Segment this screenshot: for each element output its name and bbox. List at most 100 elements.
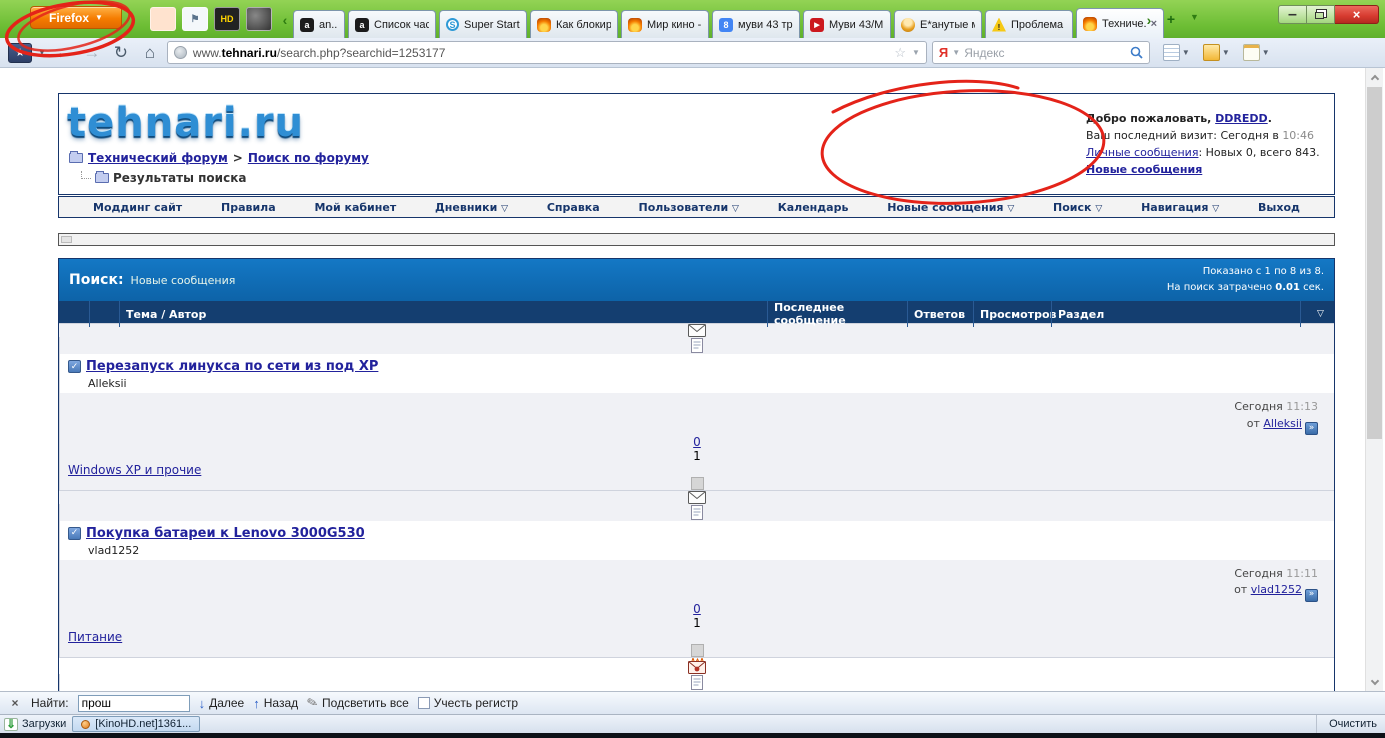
topic-cell: ✓ Покупка батареи к Lenovo 3000G530 vlad12…	[59, 520, 1334, 560]
url-input[interactable]: www.tehnari.ru/search.php?searchid=12531…	[166, 41, 927, 64]
firefox-menu-button[interactable]: Firefox ▼	[30, 6, 122, 29]
match-case-option[interactable]: Учесть регистр	[417, 696, 518, 710]
section-link[interactable]: Питание	[68, 630, 122, 644]
tab-2[interactable]: a Список час...	[348, 10, 436, 38]
highlight-all-button[interactable]: ✎ Подсветить все	[305, 694, 409, 711]
url-dropdown-icon[interactable]: ▼	[912, 48, 920, 57]
menu-item-1[interactable]: Моддинг сайт	[93, 201, 182, 214]
last-post-cell: Сегодня 11:13 от Alleksii»	[59, 393, 1334, 435]
menu-item-5[interactable]: Справка	[547, 201, 600, 214]
fire-icon	[628, 17, 642, 32]
findbar-close-icon[interactable]: ×	[8, 696, 22, 710]
find-next-button[interactable]: ↓ Далее	[199, 696, 245, 711]
list-all-tabs-icon[interactable]: ▼	[1190, 12, 1199, 22]
goto-last-post-icon[interactable]: »	[1305, 588, 1318, 602]
tab-scroll-left-icon[interactable]: ‹	[278, 12, 292, 28]
replies-link[interactable]: 0	[693, 602, 701, 616]
tab-1[interactable]: a an...	[293, 10, 345, 38]
scrollbar-thumb[interactable]	[1367, 87, 1382, 439]
breadcrumb-result: Результаты поиска	[81, 171, 246, 185]
tab-label: Е*анутые м...	[920, 18, 975, 31]
hd-icon[interactable]: HD	[214, 7, 240, 31]
thread-type-cell	[59, 503, 1334, 521]
favicon-a-icon: a	[355, 17, 369, 32]
page-viewport: tehnari.ru Технический форум > Поиск по …	[0, 68, 1385, 691]
restore-button[interactable]	[1307, 5, 1335, 24]
page-tool[interactable]: ▼	[1162, 44, 1190, 61]
tab-6[interactable]: 8 муви 43 тре...	[712, 10, 800, 38]
forward-icon[interactable]: →	[80, 43, 104, 63]
breadcrumb-page-link[interactable]: Поиск по форуму	[248, 151, 369, 165]
tab-4[interactable]: Как блокир...	[530, 10, 618, 38]
bookmarks-button[interactable]: ★	[8, 42, 32, 63]
addon-orange-icon[interactable]	[150, 7, 176, 31]
find-prev-button[interactable]: ↑ Назад	[253, 696, 298, 711]
site-logo[interactable]: tehnari.ru	[67, 100, 304, 146]
media-tool[interactable]: ▼	[1202, 44, 1230, 61]
section-link[interactable]: Windows XP и прочие	[68, 463, 201, 477]
menu-item-7[interactable]: Календарь	[778, 201, 849, 214]
thread-row: ✓ Покупка батареи к Lenovo 3000G530 vlad12…	[59, 489, 1334, 657]
menu-item-11[interactable]: Выход	[1258, 201, 1300, 214]
vertical-scrollbar[interactable]	[1365, 68, 1383, 691]
back-icon[interactable]: ←	[51, 43, 75, 63]
clipboard-tool[interactable]: ▼	[1242, 44, 1270, 61]
home-icon[interactable]: ⌂	[138, 43, 162, 63]
last-post-time: 11:11	[1286, 566, 1318, 580]
chevron-down-icon: ▼	[1261, 48, 1270, 57]
username-link[interactable]: DDREDD	[1215, 112, 1268, 125]
photo-icon	[1202, 44, 1220, 61]
menu-item-2[interactable]: Правила	[221, 201, 276, 214]
bookmark-star-icon[interactable]: ☆	[894, 45, 906, 61]
match-case-checkbox[interactable]	[417, 697, 430, 709]
goto-unread-icon[interactable]: ✓	[68, 360, 81, 373]
scroll-up-icon[interactable]	[1366, 69, 1383, 85]
minimize-button[interactable]: –	[1278, 5, 1307, 24]
last-post-date: Сегодня	[1234, 566, 1283, 580]
search-input[interactable]: Я ▼ Яндекс	[931, 41, 1150, 64]
tab-scroll-right-icon[interactable]: ›	[1142, 12, 1156, 28]
dropdown-icon: ▽	[1095, 203, 1103, 214]
reload-icon[interactable]: ↻	[109, 43, 133, 63]
tab-3[interactable]: S Super Start	[439, 10, 527, 38]
thread-title-link[interactable]: Перезапуск линукса по сети из под XP	[86, 359, 378, 374]
chevron-down-icon: ▼	[1221, 48, 1230, 57]
menu-item-3[interactable]: Мой кабинет	[314, 201, 396, 214]
menu-item-9[interactable]: Поиск ▽	[1053, 201, 1102, 214]
chevron-down-icon: ▼	[95, 13, 103, 22]
bookmarks-dropdown-icon[interactable]: ▼	[38, 48, 46, 57]
search-engine-dropdown-icon[interactable]: ▼	[952, 48, 960, 57]
addon-sphere-icon[interactable]	[246, 7, 272, 31]
flag-icon[interactable]: ⚑	[182, 7, 208, 31]
menu-item-4[interactable]: Дневники ▽	[435, 201, 508, 214]
clear-downloads-button[interactable]: Очистить	[1316, 715, 1377, 733]
last-poster-link[interactable]: Alleksii	[1263, 417, 1302, 430]
last-poster-link[interactable]: vlad1252	[1251, 583, 1302, 596]
menu-item-8[interactable]: Новые сообщения ▽	[887, 201, 1014, 214]
close-button[interactable]: ×	[1335, 5, 1379, 24]
magnifier-icon[interactable]	[1130, 46, 1143, 59]
goto-last-post-icon[interactable]: »	[1305, 421, 1318, 435]
tab-9[interactable]: ! Проблема ...	[985, 10, 1073, 38]
menu-item-10[interactable]: Навигация ▽	[1141, 201, 1219, 214]
download-item-button[interactable]: [KinoHD.net]1361...	[72, 716, 201, 732]
replies-link[interactable]: 0	[693, 435, 701, 449]
thread-title-link[interactable]: Покупка батареи к Lenovo 3000G530	[86, 526, 365, 541]
find-input[interactable]	[77, 694, 190, 712]
search-placeholder: Яндекс	[964, 45, 1005, 60]
private-messages-link[interactable]: Личные сообщения	[1086, 146, 1198, 159]
new-messages-link[interactable]: Новые сообщения	[1086, 163, 1202, 176]
tab-label: Super Start	[464, 18, 520, 31]
goto-unread-icon[interactable]: ✓	[68, 526, 81, 540]
new-tab-button[interactable]: +	[1160, 10, 1182, 28]
downloads-button[interactable]: ⇓ Загрузки	[4, 717, 66, 731]
tab-label: муви 43 тре...	[738, 18, 793, 31]
menu-item-6[interactable]: Пользователи ▽	[638, 201, 738, 214]
tab-5[interactable]: Мир кино -...	[621, 10, 709, 38]
tab-7[interactable]: ▶ Муви 43/М...	[803, 10, 891, 38]
thread-row: ✓ Перезапуск линукса по сети из под XP All…	[59, 323, 1334, 490]
tab-8[interactable]: Е*анутые м...	[894, 10, 982, 38]
scroll-down-icon[interactable]	[1366, 674, 1383, 690]
collapsed-panel[interactable]	[58, 233, 1335, 246]
breadcrumb-root-link[interactable]: Технический форум	[88, 151, 228, 165]
